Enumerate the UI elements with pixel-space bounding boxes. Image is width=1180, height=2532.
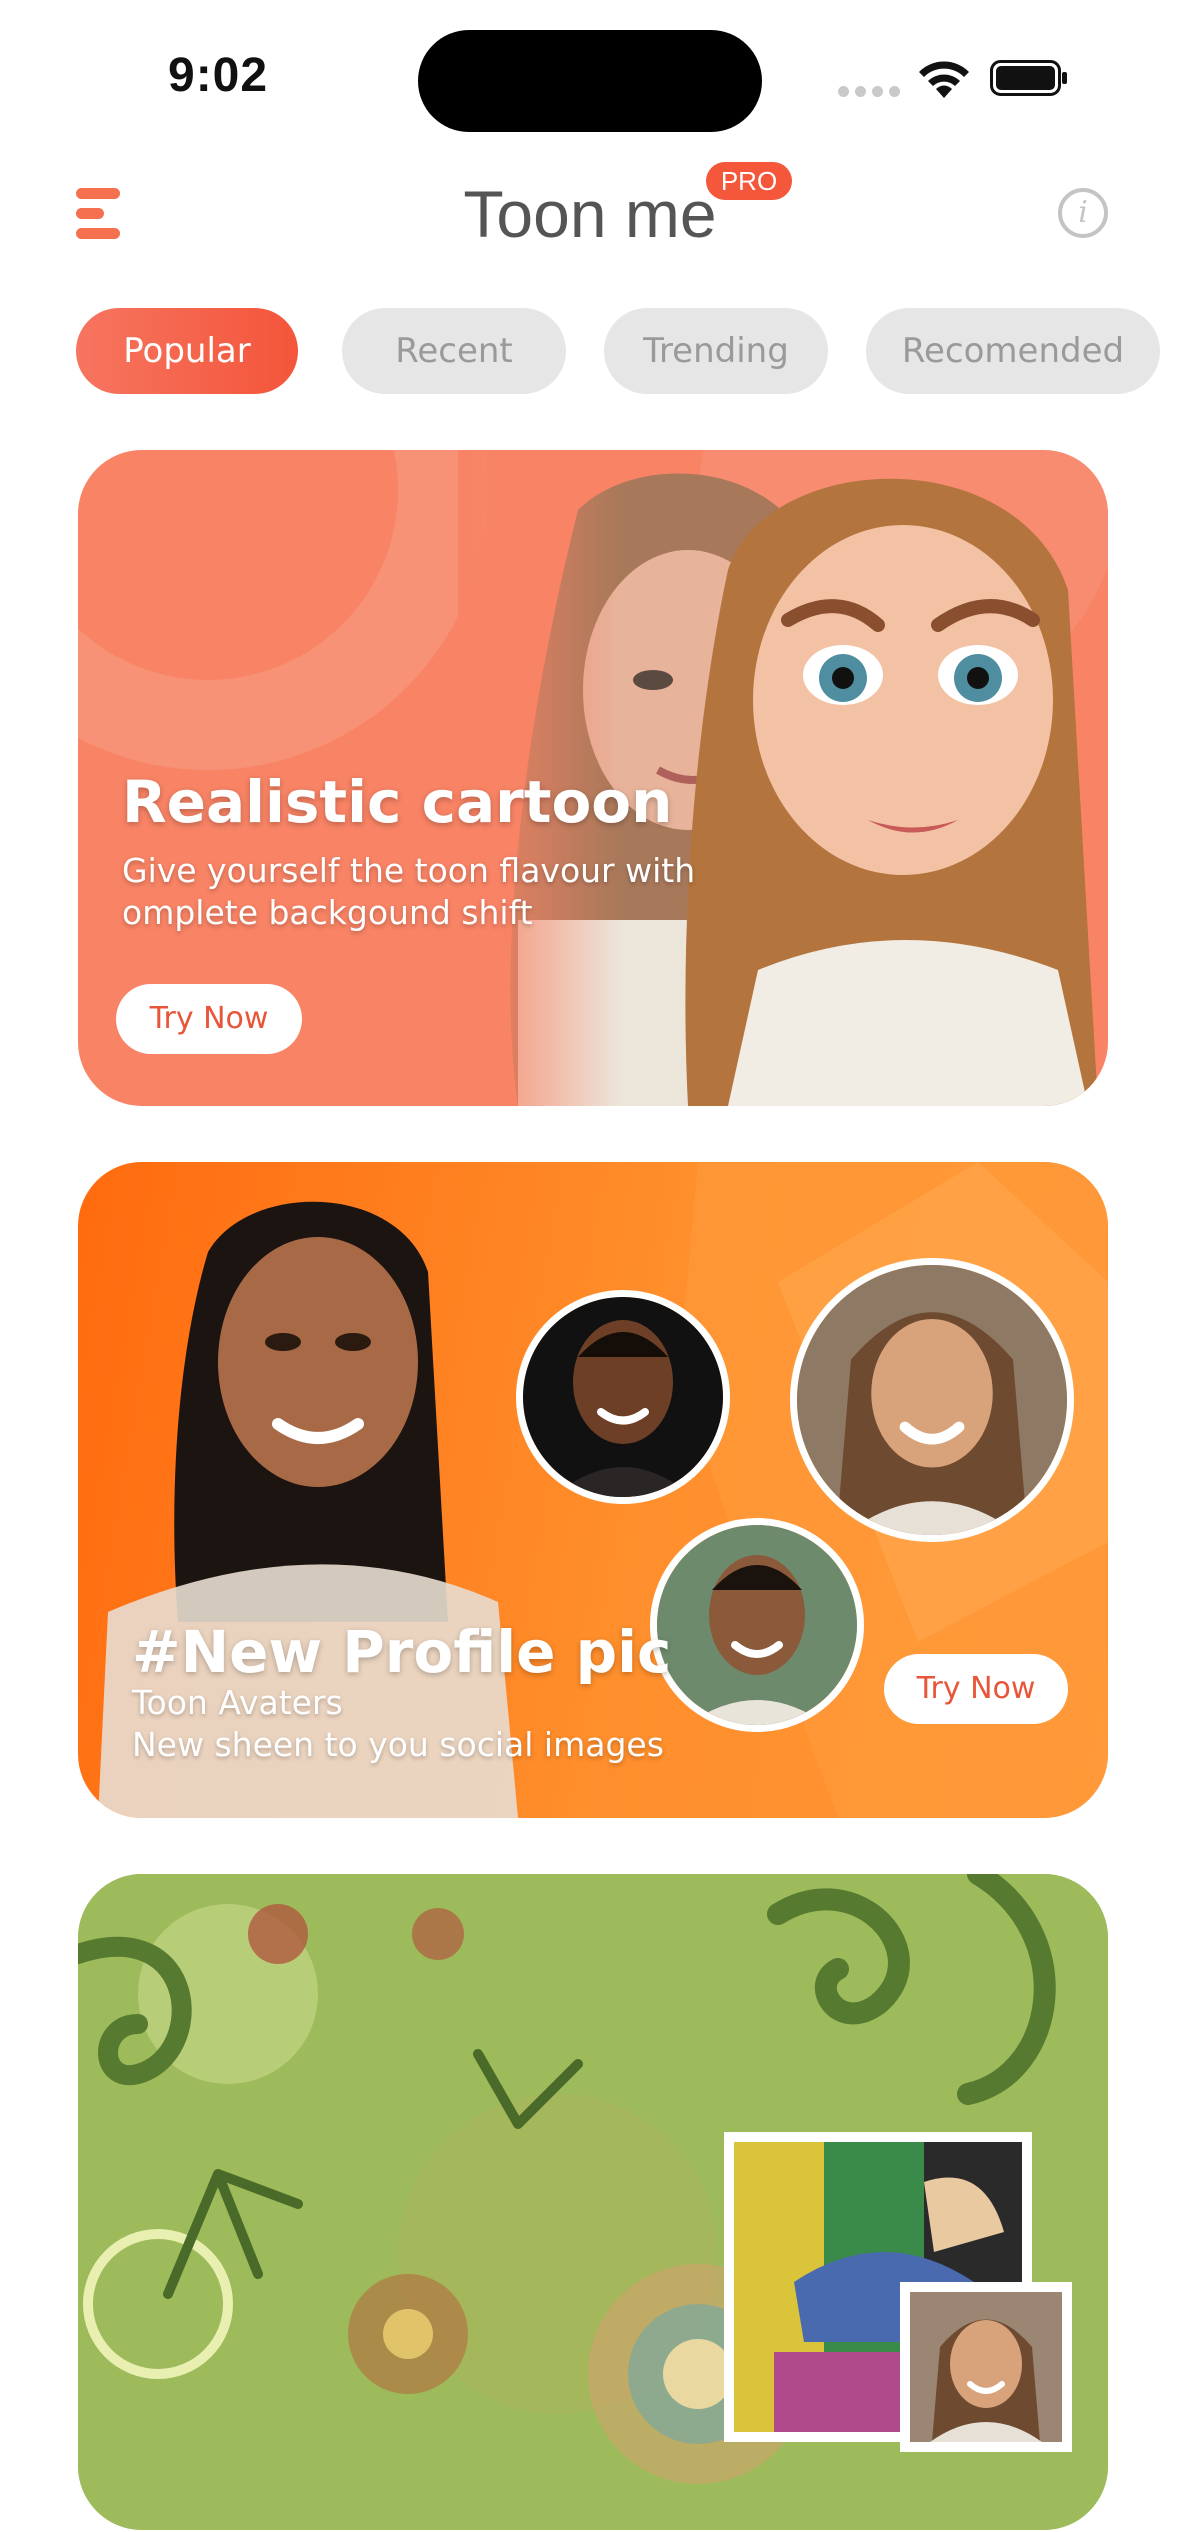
realistic-cartoon-card[interactable]: Realistic cartoon Give yourself the toon… xyxy=(78,450,1108,1106)
info-icon[interactable]: i xyxy=(1058,188,1108,238)
portrait-photo-thumbnail xyxy=(900,2282,1072,2452)
dynamic-island xyxy=(418,30,762,132)
try-now-button[interactable]: Try Now xyxy=(884,1654,1068,1724)
card-description-line-2: New sheen to you social images xyxy=(132,1725,664,1764)
category-tabs: Popular Recent Trending Recomended xyxy=(0,308,1180,396)
avatar-man-1 xyxy=(516,1290,730,1504)
tab-trending[interactable]: Trending xyxy=(604,308,828,394)
battery-icon xyxy=(990,60,1067,96)
app-title: Toon me xyxy=(463,177,717,251)
status-time: 9:02 xyxy=(168,49,269,102)
avatar-man-2 xyxy=(650,1518,864,1732)
card-description-line-1: Toon Avaters xyxy=(132,1683,343,1722)
status-bar: 9:02 xyxy=(0,0,1180,150)
cellular-signal-icon xyxy=(838,86,900,97)
try-now-button[interactable]: Try Now xyxy=(116,984,302,1054)
tab-recent[interactable]: Recent xyxy=(342,308,566,394)
art-style-card[interactable] xyxy=(78,1874,1108,2530)
tab-recomended[interactable]: Recomended xyxy=(866,308,1160,394)
wifi-icon xyxy=(919,61,969,98)
card-title: #New Profile pic xyxy=(132,1618,672,1686)
card-title: Realistic cartoon xyxy=(122,768,673,836)
card-description-line-2: omplete backgound shift xyxy=(122,893,533,932)
card-description-line-1: Give yourself the toon flavour with xyxy=(122,851,696,890)
new-profile-pic-card[interactable]: #New Profile pic Toon Avaters New sheen … xyxy=(78,1162,1108,1818)
avatar-woman-1 xyxy=(790,1258,1074,1542)
pro-badge[interactable]: PRO xyxy=(706,162,792,200)
tab-popular[interactable]: Popular xyxy=(76,308,298,394)
